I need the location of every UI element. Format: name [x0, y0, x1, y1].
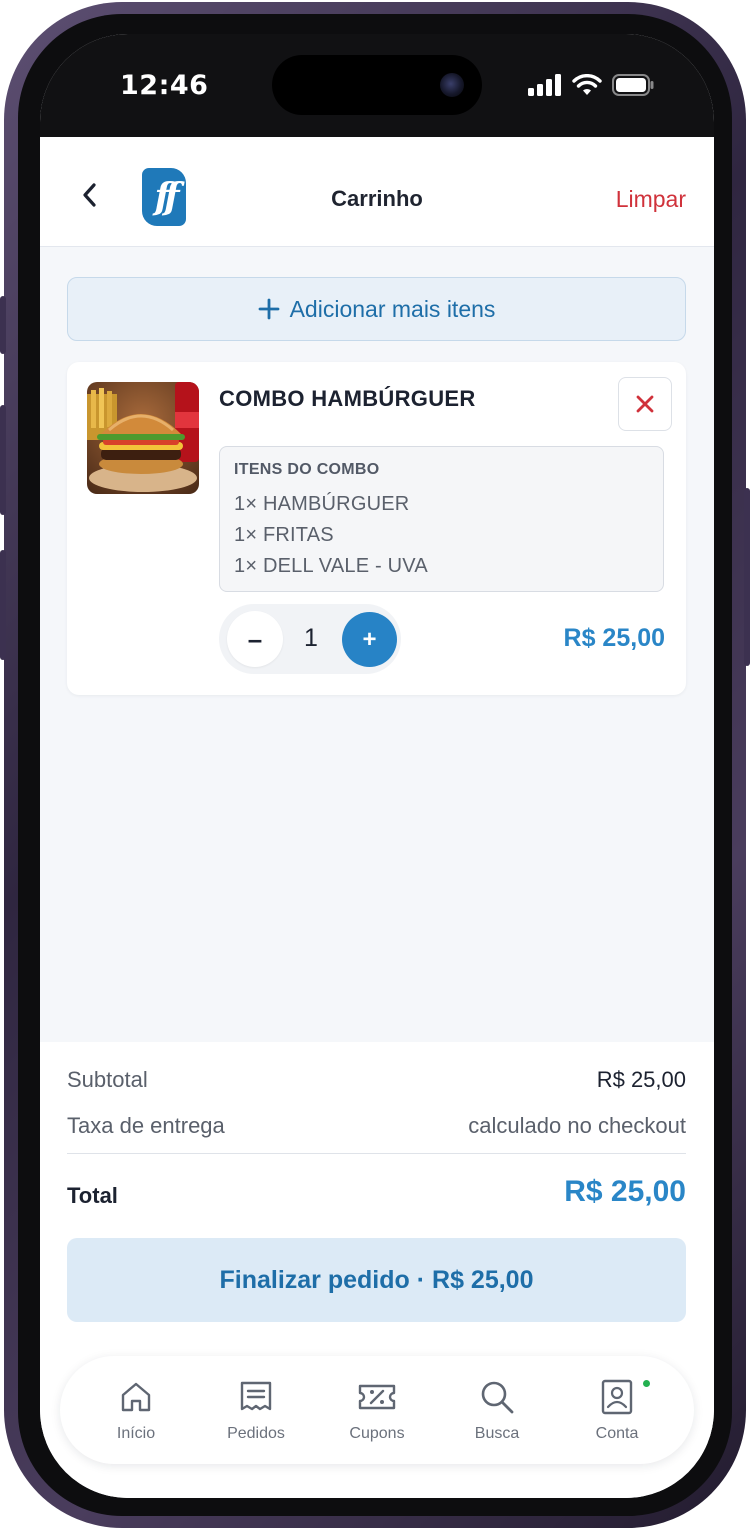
- close-icon: [636, 395, 654, 413]
- plus-icon: [258, 298, 279, 320]
- total-value: R$ 25,00: [564, 1175, 686, 1208]
- delivery-fee-value: calculado no checkout: [468, 1113, 686, 1138]
- nav-item-conta[interactable]: Conta: [562, 1356, 672, 1464]
- phone-action-button: [0, 296, 6, 354]
- nav-label: Início: [116, 1425, 156, 1442]
- increase-quantity-button[interactable]: +: [342, 612, 397, 667]
- receipt-icon: [240, 1381, 272, 1411]
- delivery-fee-label: Taxa de entrega: [67, 1113, 225, 1138]
- clear-cart-button[interactable]: Limpar: [616, 186, 686, 213]
- status-icons: [528, 74, 654, 96]
- checkout-button[interactable]: Finalizar pedido · R$ 25,00: [67, 1238, 686, 1322]
- cart-item-card: COMBO HAMBÚRGUER ITENS DO COMBO 1× HAMBÚ…: [67, 362, 686, 695]
- nav-item-inicio[interactable]: Início: [81, 1356, 191, 1464]
- nav-label: Busca: [474, 1425, 520, 1442]
- bottom-navigation: Início Pedidos Cupons Busca Conta: [60, 1356, 694, 1464]
- dynamic-island: [272, 55, 482, 115]
- nav-item-cupons[interactable]: Cupons: [322, 1356, 432, 1464]
- remove-item-button[interactable]: [618, 377, 672, 431]
- page-title: Carrinho: [331, 186, 423, 211]
- front-camera: [440, 73, 464, 97]
- wifi-icon: [572, 74, 602, 95]
- nav-item-busca[interactable]: Busca: [442, 1356, 552, 1464]
- status-time: 12:46: [120, 70, 209, 101]
- add-more-items-button[interactable]: Adicionar mais itens: [67, 277, 686, 341]
- phone-power-button: [744, 488, 750, 666]
- nav-label: Pedidos: [227, 1425, 285, 1442]
- combo-title: ITENS DO COMBO: [234, 461, 380, 478]
- app-header: ff Carrinho Limpar: [40, 137, 714, 247]
- delivery-fee-row: Taxa de entrega calculado no checkout: [67, 1113, 686, 1139]
- app-screen: 12:46 ff Carrinho Limpar Adicionar mais …: [40, 34, 714, 1498]
- quantity-value: 1: [304, 624, 318, 652]
- cellular-signal-icon: [528, 74, 561, 96]
- decrease-quantity-button[interactable]: –: [227, 611, 283, 667]
- item-name: COMBO HAMBÚRGUER: [219, 386, 476, 411]
- notification-dot: [643, 1380, 650, 1387]
- item-price: R$ 25,00: [563, 624, 665, 652]
- status-bar: 12:46: [40, 34, 714, 137]
- subtotal-label: Subtotal: [67, 1067, 148, 1092]
- subtotal-value: R$ 25,00: [596, 1067, 686, 1092]
- phone-volume-down: [0, 550, 6, 660]
- phone-volume-up: [0, 405, 6, 515]
- home-icon: [121, 1382, 151, 1412]
- search-icon: [481, 1381, 514, 1414]
- combo-item: 1× DELL VALE - UVA: [234, 555, 428, 577]
- quantity-stepper: – 1 +: [219, 604, 401, 674]
- nav-label: Conta: [595, 1425, 639, 1442]
- account-icon: [601, 1379, 633, 1415]
- battery-icon: [612, 74, 654, 96]
- nav-label: Cupons: [349, 1425, 405, 1442]
- add-more-items-label: Adicionar mais itens: [289, 295, 496, 322]
- summary-divider: [67, 1153, 686, 1154]
- product-image: [87, 382, 199, 494]
- coupon-icon: [358, 1384, 396, 1410]
- nav-item-pedidos[interactable]: Pedidos: [201, 1356, 311, 1464]
- subtotal-row: Subtotal R$ 25,00: [67, 1067, 686, 1093]
- combo-items-box: ITENS DO COMBO 1× HAMBÚRGUER 1× FRITAS 1…: [219, 446, 664, 592]
- combo-item: 1× HAMBÚRGUER: [234, 493, 410, 515]
- total-label: Total: [67, 1183, 118, 1208]
- combo-item: 1× FRITAS: [234, 524, 334, 546]
